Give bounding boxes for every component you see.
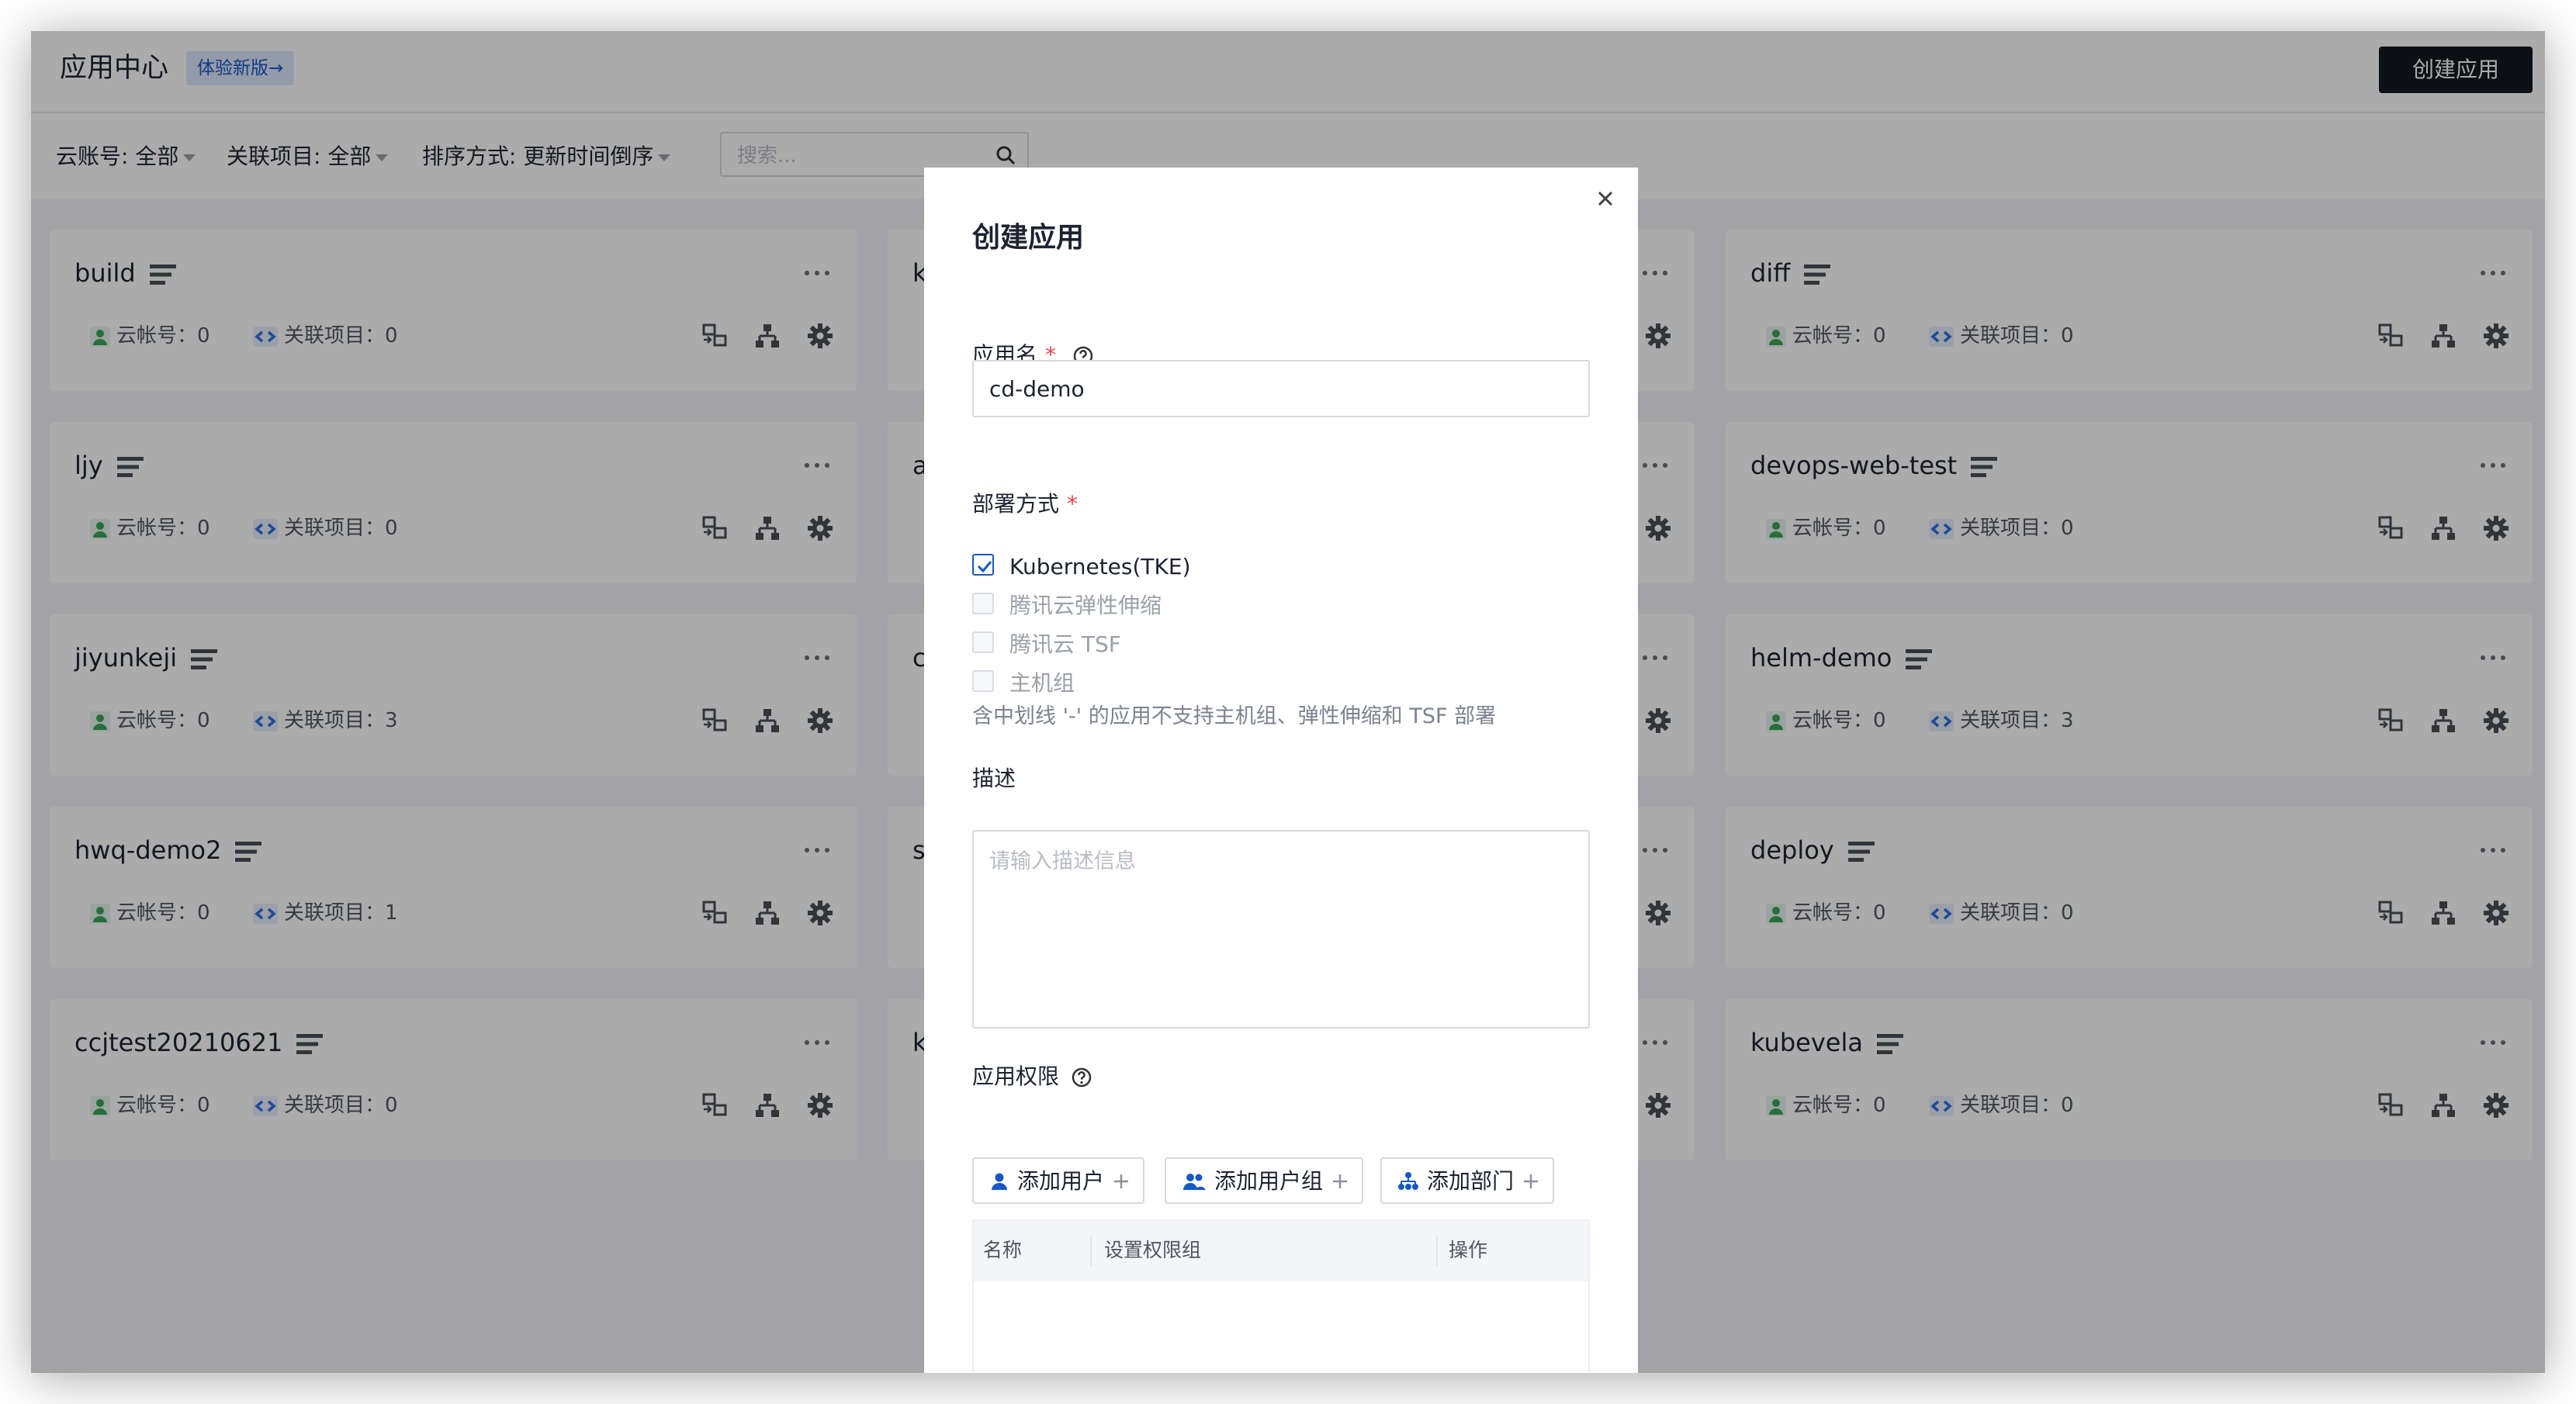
app-window: 应用中心 体验新版→ 创建应用 云账号: 全部 关联项目: 全部 排序方式: 更… — [31, 31, 2545, 1373]
deploy-option-label: 主机组 — [1009, 670, 1075, 696]
deploy-option-label: 腾讯云弹性伸缩 — [1009, 593, 1162, 618]
add-user-button[interactable]: 添加用户 — [972, 1157, 1145, 1204]
column-divider — [1436, 1235, 1438, 1266]
column-header-actions: 操作 — [1449, 1239, 1488, 1261]
deploy-option-tsf[interactable]: 腾讯云 TSF — [972, 630, 1121, 659]
dialog-title: 创建应用 — [972, 222, 1085, 254]
checkbox[interactable] — [972, 593, 994, 614]
plus-icon — [1333, 1174, 1348, 1188]
add-department-button[interactable]: 添加部门 — [1380, 1157, 1555, 1204]
add-department-label: 添加部门 — [1427, 1168, 1515, 1194]
deploy-method-label-text: 部署方式 — [972, 491, 1060, 517]
help-icon[interactable] — [1071, 1067, 1092, 1088]
department-icon — [1398, 1172, 1418, 1190]
checkbox[interactable] — [972, 670, 994, 692]
deploy-hint: 含中划线 '-' 的应用不支持主机组、弹性伸缩和 TSF 部署 — [972, 704, 1497, 728]
add-user-group-label: 添加用户组 — [1214, 1168, 1324, 1194]
deploy-option-hostgroup[interactable]: 主机组 — [972, 669, 1075, 697]
description-textarea[interactable] — [972, 830, 1590, 1029]
add-user-label: 添加用户 — [1017, 1168, 1105, 1194]
deploy-option-label: 腾讯云 TSF — [1009, 631, 1121, 657]
plus-icon — [1524, 1174, 1539, 1188]
user-group-icon — [1183, 1174, 1206, 1190]
deploy-option-as[interactable]: 腾讯云弹性伸缩 — [972, 591, 1162, 620]
user-icon — [992, 1173, 1007, 1190]
column-divider — [1090, 1235, 1092, 1266]
create-app-dialog: 创建应用 应用名* 部署方式* Kubernetes(TKE) 腾讯云弹性伸缩 … — [924, 168, 1638, 1373]
close-icon[interactable] — [1593, 186, 1618, 211]
column-header-name: 名称 — [983, 1239, 1023, 1261]
deploy-method-label: 部署方式 * — [972, 489, 1078, 520]
checkbox[interactable] — [972, 631, 994, 653]
add-user-group-button[interactable]: 添加用户组 — [1165, 1157, 1364, 1204]
required-mark: * — [1067, 491, 1079, 517]
permission-label: 应用权限 — [972, 1061, 1092, 1092]
deploy-option-label: Kubernetes(TKE) — [1009, 554, 1191, 579]
permission-label-text: 应用权限 — [972, 1063, 1060, 1089]
plus-icon — [1114, 1174, 1129, 1188]
checkbox-checked[interactable] — [972, 554, 994, 576]
app-name-input[interactable] — [972, 360, 1590, 417]
permission-table: 名称 设置权限组 操作 — [972, 1219, 1590, 1373]
deploy-option-tke[interactable]: Kubernetes(TKE) — [972, 552, 1191, 581]
permission-table-header: 名称 设置权限组 操作 — [974, 1221, 1588, 1281]
description-label: 描述 — [972, 766, 1016, 791]
column-header-permission-group: 设置权限组 — [1104, 1239, 1202, 1261]
